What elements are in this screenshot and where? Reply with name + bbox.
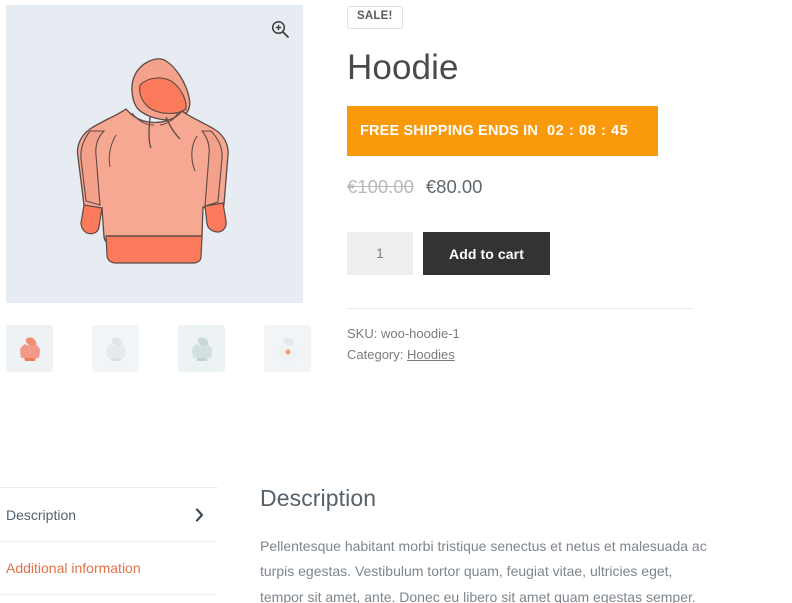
sale-price: €80.00 <box>425 176 483 198</box>
category-row: Category: Hoodies <box>347 344 697 365</box>
countdown-timer: 02 : 08 : 45 <box>547 123 629 140</box>
sku-value: woo-hoodie-1 <box>380 326 460 342</box>
category-link[interactable]: Hoodies <box>407 347 455 362</box>
tab-description-label: Description <box>6 506 77 523</box>
chevron-right-icon <box>195 508 204 521</box>
add-to-cart-button[interactable]: Add to cart <box>423 232 550 276</box>
countdown-label: FREE SHIPPING ENDS IN <box>360 123 538 140</box>
page-title: Hoodie <box>347 47 459 87</box>
product-tabs: Description Additional information <box>0 487 218 595</box>
tab-panel-description: Description Pellentesque habitant morbi … <box>260 485 710 603</box>
quantity-input[interactable] <box>347 232 413 276</box>
hoodie-illustration <box>76 58 229 264</box>
product-page: SALE! Hoodie FREE SHIPPING ENDS IN 02 : … <box>0 0 792 603</box>
sku-label: SKU: <box>347 326 378 342</box>
thumbnail-2[interactable] <box>92 325 139 372</box>
thumbnail-1[interactable] <box>6 325 53 372</box>
main-product-image[interactable] <box>6 5 303 303</box>
tab-description[interactable]: Description <box>0 487 218 541</box>
original-price: €100.00 <box>347 176 414 198</box>
tab-additional-information[interactable]: Additional information <box>0 541 218 595</box>
panel-title: Description <box>260 485 377 511</box>
thumbnail-4[interactable] <box>264 325 311 372</box>
sku-row: SKU: woo-hoodie-1 <box>347 323 697 344</box>
status-badge: SALE! <box>347 6 403 29</box>
category-label: Category: <box>347 347 404 363</box>
free-shipping-countdown-banner: FREE SHIPPING ENDS IN 02 : 08 : 45 <box>347 106 658 157</box>
panel-body: Pellentesque habitant morbi tristique se… <box>260 538 707 603</box>
tab-additional-information-label: Additional information <box>6 560 141 576</box>
zoom-icon[interactable] <box>267 16 293 42</box>
product-gallery <box>6 5 303 303</box>
divider <box>347 308 693 310</box>
add-to-cart-form: Add to cart <box>347 232 697 276</box>
thumbnail-strip <box>6 325 326 372</box>
product-meta: SKU: woo-hoodie-1 Category: Hoodies <box>347 323 697 365</box>
price-block: €100.00 €80.00 <box>347 176 697 198</box>
product-summary: SALE! Hoodie FREE SHIPPING ENDS IN 02 : … <box>347 0 697 365</box>
thumbnail-3[interactable] <box>178 325 225 372</box>
